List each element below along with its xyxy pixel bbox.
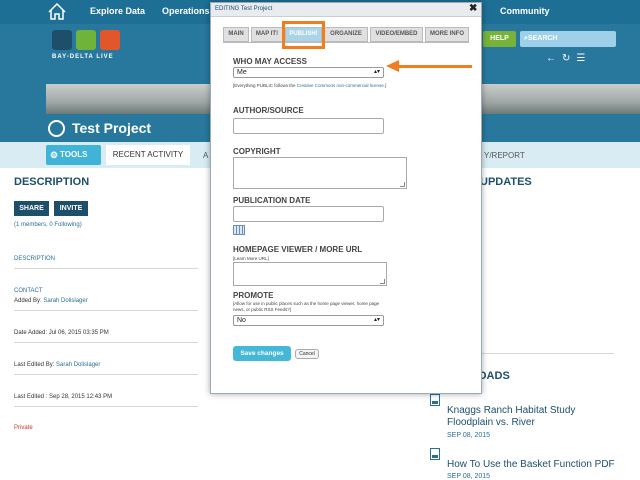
annotation-arrow-line xyxy=(398,65,472,68)
home-icon[interactable] xyxy=(48,3,66,20)
last-edited-by-link[interactable]: Sarah Dolislager xyxy=(56,362,100,368)
tab-map-it[interactable]: MAP IT! xyxy=(251,27,283,42)
who-may-access-value: Me xyxy=(237,69,247,76)
select-arrows-icon: ▴▾ xyxy=(373,69,380,75)
download-icon[interactable] xyxy=(430,448,440,460)
tab-video-embed[interactable]: VIDEO/EMBED xyxy=(370,27,423,42)
license-note: [Everything PUBLIC follows the Creative … xyxy=(233,83,393,89)
search-input[interactable]: ⌕SEARCH xyxy=(520,31,616,47)
members-count[interactable]: (1 members, 0 Following) xyxy=(14,222,82,228)
last-edited-row: Last Edited : Sep 28, 2015 12:43 PM xyxy=(14,394,198,407)
author-source-input[interactable] xyxy=(233,118,384,134)
added-by-row: Added By: Sarah Dolislager xyxy=(14,298,198,311)
tab-organize[interactable]: ORGANIZE xyxy=(324,27,368,42)
copyright-textarea[interactable] xyxy=(233,157,407,189)
refresh-icon[interactable]: ↻ xyxy=(562,53,570,64)
header-tools: ← ↻ ☰ xyxy=(546,53,585,64)
publish-tab-highlight xyxy=(282,21,325,49)
last-edited-by-label: Last Edited By: xyxy=(14,362,55,368)
homepage-url-textarea[interactable] xyxy=(233,262,387,286)
download-date: SEP 08, 2015 xyxy=(447,473,491,480)
contact-heading[interactable]: CONTACT xyxy=(14,288,43,294)
share-button[interactable]: SHARE xyxy=(14,201,49,216)
downloads-heading: OADS xyxy=(478,370,510,382)
description-link[interactable]: DESCRIPTION xyxy=(14,256,55,262)
list-icon[interactable]: ☰ xyxy=(576,53,585,64)
dialog-header: EDITING Test Project ✖ xyxy=(211,3,481,17)
tab-more-info[interactable]: MORE INFO xyxy=(425,27,469,42)
annotation-arrow-icon xyxy=(386,60,399,72)
promote-value: No xyxy=(237,317,246,324)
updates-heading: UPDATES xyxy=(480,176,532,188)
added-by-link[interactable]: Sarah Dolislager xyxy=(43,298,87,304)
date-added-row: Date Added: Jul 06, 2015 03:35 PM xyxy=(14,330,198,343)
edit-project-dialog: EDITING Test Project ✖ MAIN MAP IT! PUBL… xyxy=(210,2,482,394)
who-may-access-select[interactable]: Me ▴▾ xyxy=(233,67,384,78)
site-logo[interactable]: BAY-DELTA LIVE xyxy=(52,30,122,72)
nav-explore-data[interactable]: Explore Data xyxy=(90,6,145,16)
tab-recent-activity[interactable]: RECENT ACTIVITY xyxy=(106,145,190,165)
logo-text: BAY-DELTA LIVE xyxy=(52,54,114,60)
privacy-status: Private xyxy=(14,425,33,431)
added-by-label: Added By: xyxy=(14,298,42,304)
select-arrows-icon: ▴▾ xyxy=(373,317,380,323)
last-edited: Last Edited : Sep 28, 2015 12:43 PM xyxy=(14,394,113,400)
nav-community[interactable]: Community xyxy=(500,6,550,16)
license-note-prefix: [Everything PUBLIC follows the xyxy=(233,83,297,88)
download-title[interactable]: How To Use the Basket Function PDF xyxy=(447,459,627,471)
who-may-access-label: WHO MAY ACCESS xyxy=(233,57,307,66)
tab-report[interactable]: Y/REPORT xyxy=(484,151,525,160)
promote-select[interactable]: No ▴▾ xyxy=(233,315,384,326)
author-source-label: AUTHOR/SOURCE xyxy=(233,106,304,115)
license-link[interactable]: Creative Commons non-commercial license xyxy=(297,83,384,88)
license-note-suffix: .] xyxy=(383,83,387,88)
publication-date-label: PUBLICATION DATE xyxy=(233,196,311,205)
logo-mark-red xyxy=(100,30,120,50)
calendar-icon[interactable] xyxy=(233,225,245,235)
search-placeholder: SEARCH xyxy=(527,35,558,42)
promote-note: [Allow for use in public places such as … xyxy=(233,301,380,312)
arrow-left-icon[interactable]: ← xyxy=(546,53,556,64)
nav-operations[interactable]: Operations xyxy=(162,6,210,16)
download-icon[interactable] xyxy=(430,394,440,406)
homepage-url-label: HOMEPAGE VIEWER / MORE URL xyxy=(233,245,363,254)
globe-icon xyxy=(48,120,65,137)
invite-button[interactable]: INVITE xyxy=(54,201,88,216)
project-title: Test Project xyxy=(72,120,152,136)
tab-main[interactable]: MAIN xyxy=(223,27,249,42)
tab-partial-a[interactable]: A xyxy=(203,151,208,160)
help-button[interactable]: HELP xyxy=(483,31,516,47)
download-title[interactable]: Knaggs Ranch Habitat Study Floodplain vs… xyxy=(447,405,607,429)
promote-label: PROMOTE xyxy=(233,291,274,300)
logo-mark-green xyxy=(76,30,96,50)
cancel-button[interactable]: Cancel xyxy=(295,349,319,359)
publication-date-input[interactable] xyxy=(233,206,384,222)
save-changes-button[interactable]: Save changes xyxy=(233,346,291,361)
date-added: Date Added: Jul 06, 2015 03:35 PM xyxy=(14,330,109,336)
description-link-row: DESCRIPTION xyxy=(14,256,198,269)
tools-button[interactable]: TOOLS xyxy=(46,145,101,165)
description-heading: DESCRIPTION xyxy=(14,176,90,188)
dialog-title: EDITING Test Project xyxy=(215,6,273,12)
last-edited-by-row: Last Edited By: Sarah Dolislager xyxy=(14,362,198,375)
tab-underline xyxy=(223,42,469,43)
close-icon[interactable]: ✖ xyxy=(469,3,477,14)
copyright-label: COPYRIGHT xyxy=(233,147,281,156)
download-date: SEP 08, 2015 xyxy=(447,432,491,439)
logo-mark-blue xyxy=(52,30,72,50)
